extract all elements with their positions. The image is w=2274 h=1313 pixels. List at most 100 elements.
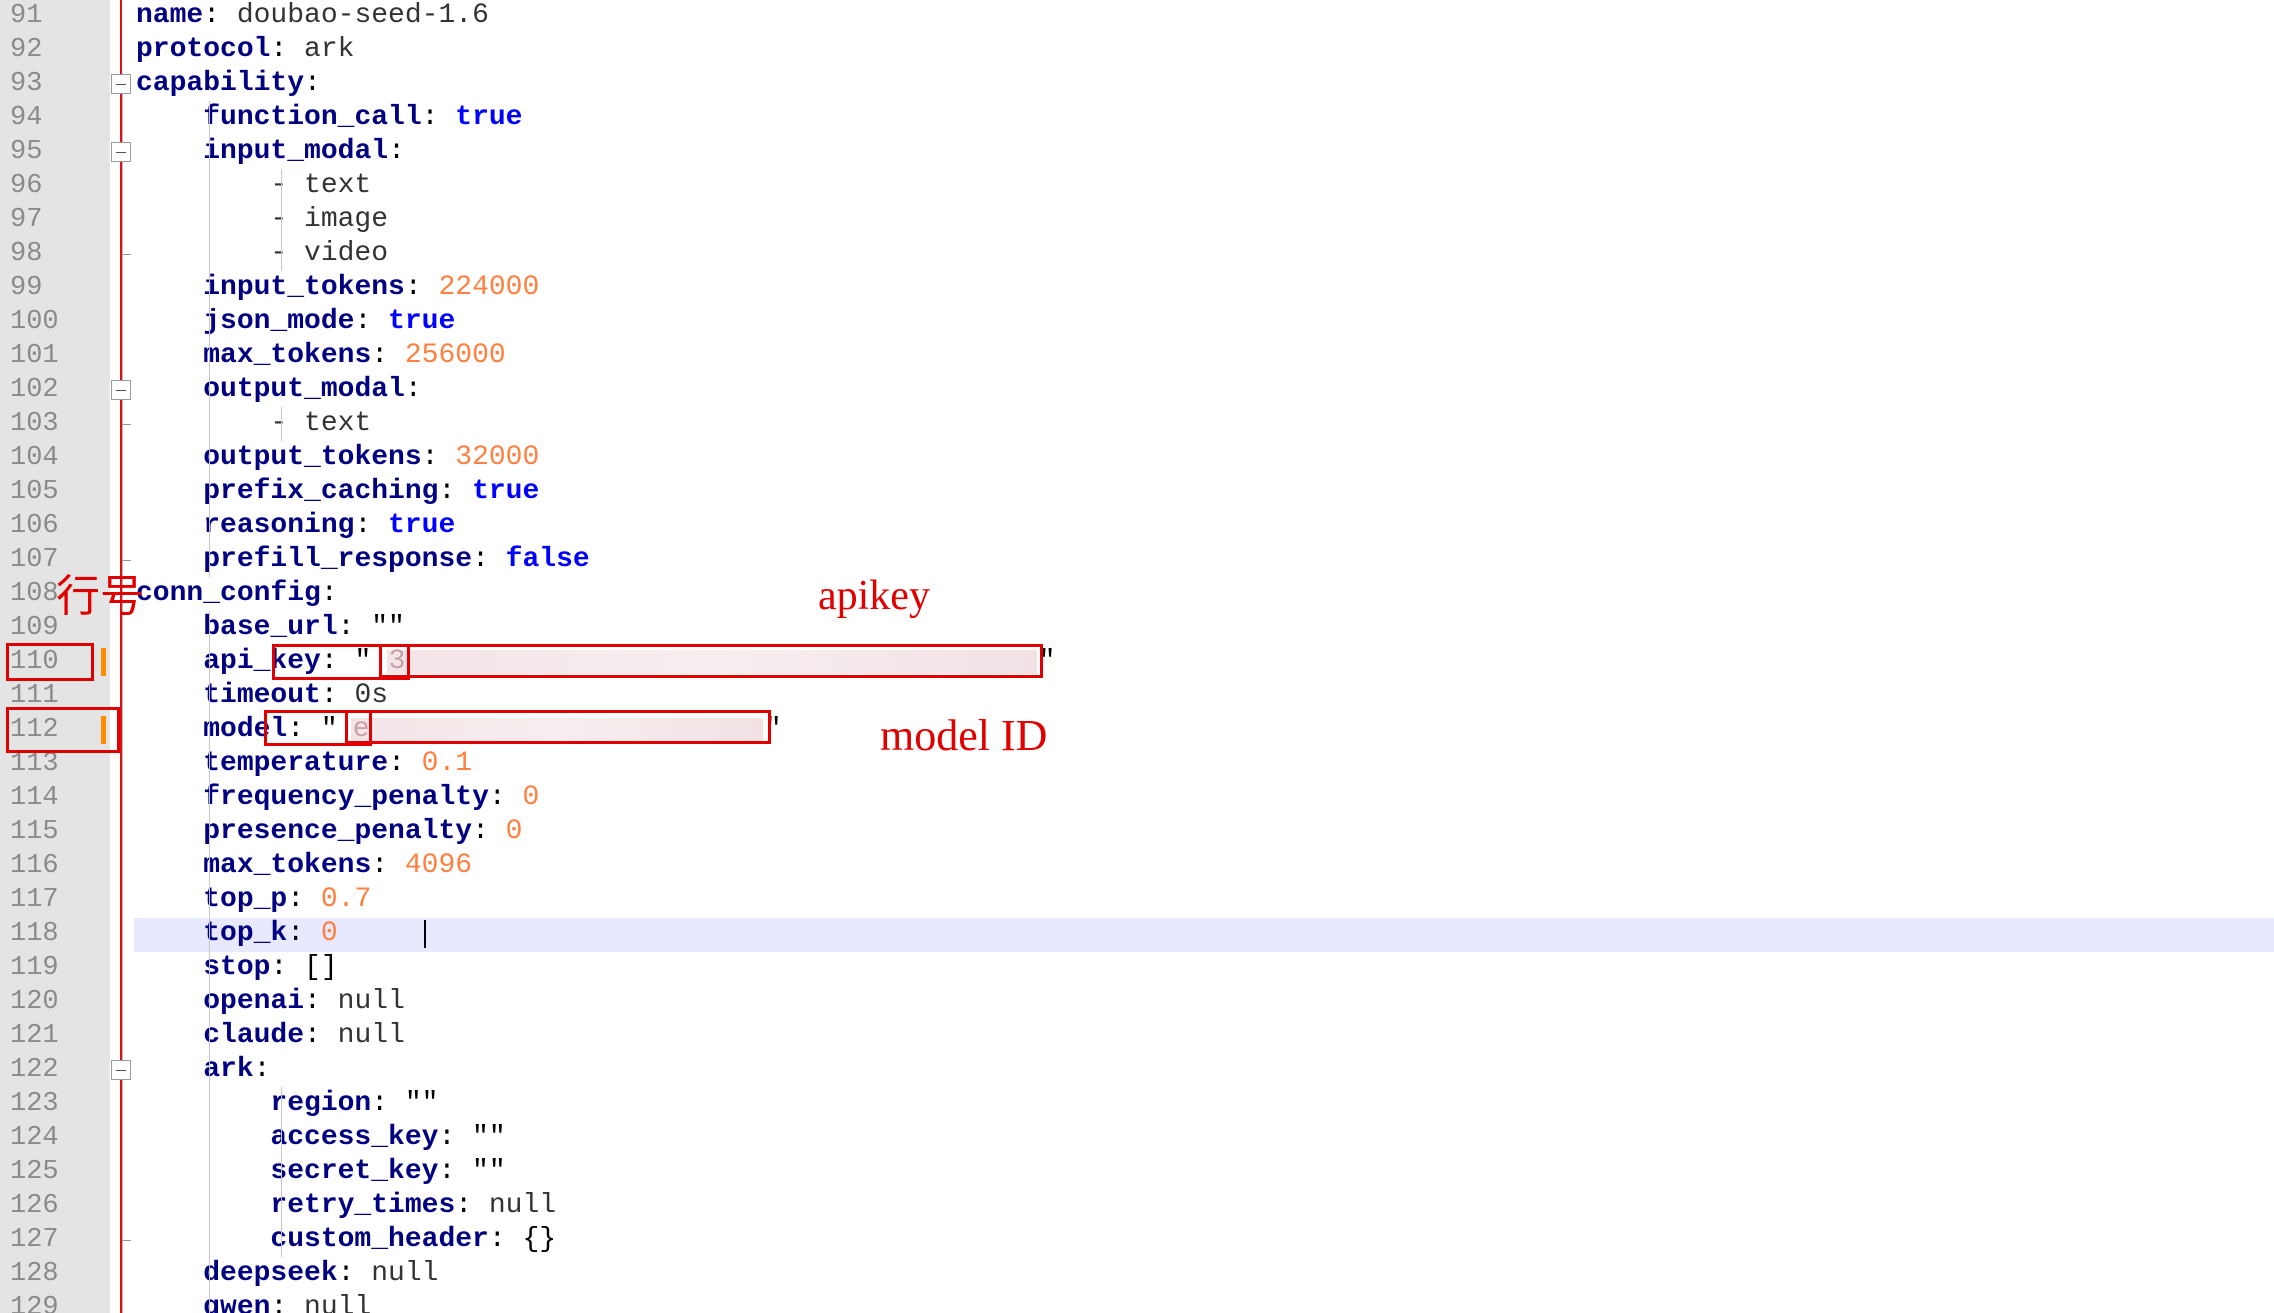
code-line[interactable]: retry_times: null [136,1189,556,1223]
code-token: : [] [270,952,338,983]
code-line[interactable]: temperature: 0.1 [136,747,472,781]
gutter-red-edge [120,0,122,1313]
code-token: prefix_caching [203,476,439,507]
code-line[interactable]: prefix_caching: true [136,475,539,509]
code-token: null [337,986,405,1017]
code-token: 0s [354,680,389,711]
code-token: output_tokens [203,442,422,473]
fold-collapse-icon[interactable] [111,142,131,162]
code-line[interactable]: ark: [136,1053,270,1087]
code-line[interactable]: max_tokens: 4096 [136,849,472,883]
code-token: presence_penalty [203,816,473,847]
code-line[interactable]: - video [136,237,388,271]
code-line[interactable]: - text [136,407,371,441]
code-editor[interactable]: name: doubao-seed-1.6 protocol: ark capabi… [0,0,2274,1313]
code-line[interactable]: json_mode: true [136,305,455,339]
code-line[interactable]: conn_config: [136,577,338,611]
line-number: 103 [10,409,59,439]
code-token: region [270,1088,372,1119]
code-line[interactable]: output_modal: [136,373,421,407]
code-line[interactable]: capability: [136,67,321,101]
code-token: : [320,680,355,711]
fold-collapse-icon[interactable] [111,380,131,400]
line-number: 101 [10,341,59,371]
code-token: 0 [505,816,523,847]
code-token: access_key [270,1122,439,1153]
fold-end-tick [122,1240,131,1241]
code-line[interactable]: - image [136,203,388,237]
line-number: 92 [10,35,43,65]
code-token: deepseek [203,1258,338,1289]
code-line[interactable]: access_key: "" [136,1121,505,1155]
code-line[interactable]: output_tokens: 32000 [136,441,539,475]
code-line[interactable]: prefill_response: false [136,543,589,577]
code-token: : [354,510,389,541]
code-token: : [253,1054,271,1085]
fold-end-tick [122,254,131,255]
code-line[interactable]: presence_penalty: 0 [136,815,522,849]
code-token: 32000 [455,442,540,473]
code-token: true [388,510,456,541]
code-token: : [472,544,506,575]
code-line[interactable]: secret_key: "" [136,1155,505,1189]
code-line[interactable]: frequency_penalty: 0 [136,781,539,815]
code-line[interactable]: claude: null [136,1019,405,1053]
line-number: 114 [10,783,59,813]
code-token: 4096 [404,850,473,881]
code-line[interactable]: custom_header: {} [136,1223,556,1257]
code-token: 0 [320,918,338,949]
code-line[interactable]: qwen: null [136,1291,371,1313]
code-line[interactable]: openai: null [136,985,405,1019]
code-line[interactable]: top_k: 0 [136,917,338,951]
annotation-model-id: model ID [880,711,1048,760]
fold-collapse-icon[interactable] [111,74,131,94]
line-number: 117 [10,885,59,915]
code-line[interactable]: name: doubao-seed-1.6 [136,0,489,33]
code-line[interactable]: protocol: ark [136,33,354,67]
code-line[interactable]: max_tokens: 256000 [136,339,505,373]
code-token: true [455,102,523,133]
code-token: : [438,476,473,507]
code-token: : "" [371,1088,439,1119]
code-line[interactable]: input_modal: [136,135,405,169]
code-token: top_k [203,918,288,949]
code-line[interactable]: reasoning: true [136,509,455,543]
code-token: max_tokens [203,340,372,371]
code-line[interactable]: function_call: true [136,101,522,135]
code-line[interactable]: base_url: "" [136,611,405,645]
code-line[interactable]: stop: [] [136,951,338,985]
code-line[interactable]: input_tokens: 224000 [136,271,539,305]
code-token: 0 [522,782,540,813]
code-token: protocol [136,34,271,65]
code-token: true [388,306,456,337]
code-token: : "" [337,612,405,643]
code-line[interactable]: region: "" [136,1087,438,1121]
fold-collapse-icon[interactable] [111,1060,131,1080]
code-token: : [388,136,405,167]
line-number: 125 [10,1157,59,1187]
line-number: 124 [10,1123,59,1153]
code-token: : [371,340,405,371]
code-token: null [371,1258,439,1289]
code-token: : [287,884,321,915]
code-line[interactable]: top_p: 0.7 [136,883,371,917]
highlight-box-api-key-value [378,644,1043,678]
code-token: ark [203,1054,254,1085]
line-number: 99 [10,273,43,303]
code-token: 0.7 [320,884,372,915]
code-line[interactable]: timeout: 0s [136,679,388,713]
code-line[interactable]: deepseek: null [136,1257,438,1291]
code-token: retry_times [270,1190,456,1221]
code-token: json_mode [203,306,355,337]
code-line[interactable]: - text [136,169,371,203]
